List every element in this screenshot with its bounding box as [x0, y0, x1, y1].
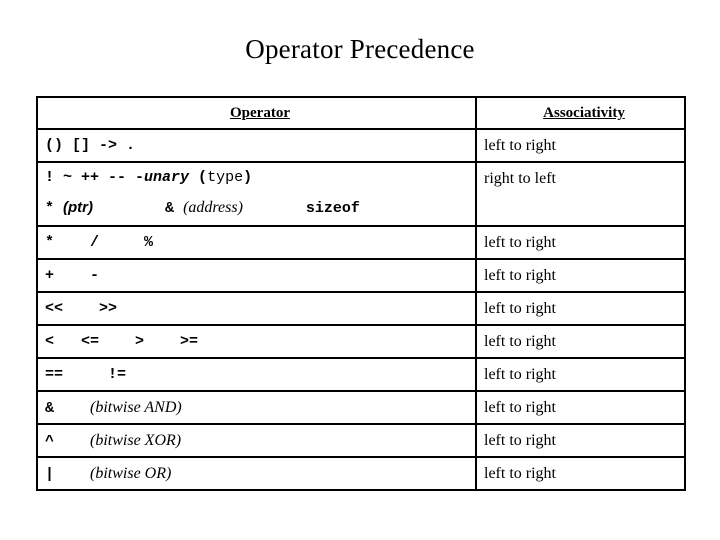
operator-token: sizeof — [305, 200, 360, 217]
table-header-row: Operator Associativity — [36, 96, 686, 130]
operator-line: + - — [45, 260, 475, 291]
associativity-cell: left to right — [475, 128, 686, 163]
operator-cell: + - — [36, 258, 477, 293]
operator-token: ^ — [45, 433, 91, 450]
operator-token: (bitwise AND) — [90, 399, 182, 416]
operator-token: ( — [189, 169, 208, 186]
table-header: Operator Associativity — [36, 96, 686, 130]
operator-token: & — [45, 400, 91, 417]
operator-token: < <= > >= — [45, 333, 199, 350]
table-row: & (bitwise AND) left to right — [36, 390, 686, 425]
operator-token: | — [45, 466, 91, 483]
associativity-value: left to right — [484, 432, 556, 449]
table-row: + - left to right — [36, 258, 686, 293]
operator-cell: < <= > >= — [36, 324, 477, 359]
operator-line: < <= > >= — [45, 326, 475, 357]
operator-token: * / % — [45, 234, 154, 251]
column-header-operator: Operator — [36, 96, 477, 130]
column-header-associativity: Associativity — [475, 96, 686, 130]
table-body: () [] -> . left to right ! ~ ++ -- -unary … — [36, 128, 686, 491]
associativity-value: right to left — [484, 170, 556, 187]
operator-token: (address) — [183, 199, 243, 216]
operator-token: (bitwise XOR) — [90, 432, 182, 449]
operator-cell: << >> — [36, 291, 477, 326]
operator-cell: | (bitwise OR) — [36, 456, 477, 491]
associativity-value: left to right — [484, 137, 556, 154]
operator-cell: ^ (bitwise XOR) — [36, 423, 477, 458]
operator-token: (ptr) — [63, 199, 94, 216]
operator-token: == != — [45, 366, 127, 383]
operator-token — [243, 200, 306, 217]
operator-line: & (bitwise AND) — [45, 392, 475, 423]
associativity-value: left to right — [484, 234, 556, 251]
slide-canvas: { "slide": { "title": "Operator Preceden… — [0, 0, 720, 540]
operator-token: () [] -> . — [45, 137, 136, 154]
operator-line: << >> — [45, 293, 475, 324]
associativity-cell: left to right — [475, 258, 686, 293]
associativity-cell: left to right — [475, 390, 686, 425]
operator-token: unary — [144, 169, 190, 186]
column-header-operator-label: Operator — [230, 105, 290, 121]
associativity-cell: left to right — [475, 456, 686, 491]
operator-token: & — [165, 200, 175, 217]
table-row: ^ (bitwise XOR) left to right — [36, 423, 686, 458]
operator-cell: * / % — [36, 225, 477, 260]
table-row: () [] -> . left to right — [36, 128, 686, 163]
operator-line: | (bitwise OR) — [45, 458, 475, 489]
table-row: == != left to right — [36, 357, 686, 392]
operator-token: << >> — [45, 300, 118, 317]
table-row: << >> left to right — [36, 291, 686, 326]
associativity-cell: left to right — [475, 291, 686, 326]
table-row: ! ~ ++ -- -unary (type) * (ptr) & (addres… — [36, 161, 686, 227]
operator-cell: == != — [36, 357, 477, 392]
associativity-value: left to right — [484, 465, 556, 482]
operator-cell: () [] -> . — [36, 128, 477, 163]
operator-token — [174, 200, 183, 217]
associativity-value: left to right — [484, 399, 556, 416]
page-title: Operator Precedence — [245, 34, 475, 64]
associativity-cell: left to right — [475, 225, 686, 260]
operator-cell: & (bitwise AND) — [36, 390, 477, 425]
table-row: < <= > >= left to right — [36, 324, 686, 359]
associativity-cell: left to right — [475, 357, 686, 392]
operator-token: (bitwise OR) — [90, 465, 172, 482]
associativity-value: left to right — [484, 267, 556, 284]
operator-token: * — [45, 200, 64, 217]
table-row: | (bitwise OR) left to right — [36, 456, 686, 491]
associativity-value: left to right — [484, 333, 556, 350]
operator-line: ! ~ ++ -- -unary (type) — [45, 163, 475, 193]
operator-precedence-table: Operator Associativity () [] -> . left to… — [36, 96, 686, 491]
operator-line: () [] -> . — [45, 130, 475, 161]
operator-line: ^ (bitwise XOR) — [45, 425, 475, 456]
operator-token: ! ~ ++ -- - — [45, 169, 145, 186]
associativity-value: left to right — [484, 300, 556, 317]
operator-token: type — [207, 169, 244, 186]
operator-token: + - — [45, 267, 100, 284]
operator-line: == != — [45, 359, 475, 390]
operator-cell: ! ~ ++ -- -unary (type) * (ptr) & (addres… — [36, 161, 477, 227]
operator-line: * / % — [45, 227, 475, 258]
operator-line: * (ptr) & (address) sizeof — [45, 193, 475, 223]
operator-token: ) — [243, 169, 253, 186]
column-header-associativity-label: Associativity — [543, 105, 625, 121]
operator-token — [93, 200, 165, 217]
associativity-cell: right to left — [475, 161, 686, 227]
associativity-cell: left to right — [475, 324, 686, 359]
associativity-cell: left to right — [475, 423, 686, 458]
associativity-value: left to right — [484, 366, 556, 383]
table-row: * / % left to right — [36, 225, 686, 260]
